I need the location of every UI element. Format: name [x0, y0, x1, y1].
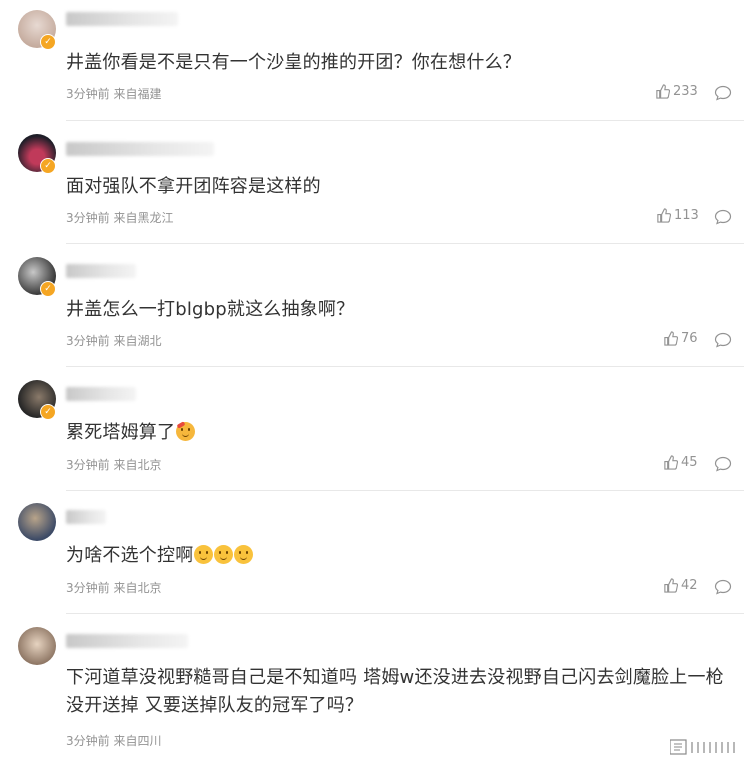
like-button[interactable]: 42 — [663, 578, 698, 593]
like-button[interactable]: 45 — [663, 455, 698, 470]
divider — [66, 613, 744, 614]
smile-emoji-icon — [234, 545, 254, 564]
comment-bubble-icon[interactable] — [714, 209, 732, 225]
watermark-logo — [670, 739, 735, 755]
like-count: 233 — [673, 84, 698, 99]
comment-meta: 3分钟前 来自四川 — [66, 734, 162, 748]
comment-meta: 3分钟前 来自北京 — [66, 581, 162, 595]
comment-text: 累死塔姆算了 — [66, 418, 196, 444]
divider — [66, 243, 744, 244]
comment-bubble-icon[interactable] — [714, 85, 732, 101]
like-count: 113 — [674, 208, 699, 223]
like-button[interactable]: 76 — [663, 331, 698, 346]
comment-bubble-icon[interactable] — [714, 332, 732, 348]
verified-badge-icon: ✓ — [40, 404, 56, 420]
divider — [66, 490, 744, 491]
thumbs-up-icon — [657, 208, 671, 223]
thumbs-up-icon — [656, 84, 670, 99]
thumbs-up-icon — [664, 578, 678, 593]
like-count: 76 — [681, 331, 698, 346]
thumbs-up-icon — [664, 331, 678, 346]
username-blurred[interactable] — [66, 387, 136, 401]
comment-text-body: 为啥不选个控啊 — [66, 545, 194, 566]
verified-badge-icon: ✓ — [40, 281, 56, 297]
username-blurred[interactable] — [66, 12, 178, 26]
comment-text-body: 累死塔姆算了 — [66, 422, 176, 443]
username-blurred[interactable] — [66, 142, 214, 156]
hurt-face-emoji-icon — [176, 421, 196, 441]
divider — [66, 120, 744, 121]
like-button[interactable]: 113 — [656, 208, 699, 223]
comment-bubble-icon[interactable] — [714, 579, 732, 595]
username-blurred[interactable] — [66, 510, 106, 524]
comment-meta: 3分钟前 来自湖北 — [66, 334, 162, 348]
avatar[interactable] — [18, 503, 56, 541]
comment-text: 面对强队不拿开团阵容是这样的 — [66, 176, 321, 197]
verified-badge-icon: ✓ — [40, 158, 56, 174]
comment-meta: 3分钟前 来自福建 — [66, 87, 162, 101]
comment-text: 下河道草没视野糙哥自己是不知道吗 塔姆w还没进去没视野自己闪去剑魔脸上一枪没开送… — [66, 667, 724, 716]
comment-text: 井盖怎么一打blgbp就这么抽象啊？ — [66, 299, 355, 320]
verified-badge-icon: ✓ — [40, 34, 56, 50]
comment-text: 为啥不选个控啊 — [66, 541, 254, 567]
smile-emoji-icon — [214, 545, 234, 564]
comment-meta: 3分钟前 来自黑龙江 — [66, 211, 174, 225]
thumbs-up-icon — [664, 455, 678, 470]
username-blurred[interactable] — [66, 264, 136, 278]
like-button[interactable]: 233 — [655, 84, 698, 99]
divider — [66, 366, 744, 367]
username-blurred[interactable] — [66, 634, 188, 648]
comment-meta: 3分钟前 来自北京 — [66, 458, 162, 472]
avatar[interactable] — [18, 627, 56, 665]
comment-text: 井盖你看是不是只有一个沙皇的推的开团？你在想什么？ — [66, 52, 521, 73]
like-count: 45 — [681, 455, 698, 470]
smile-emoji-icon — [194, 545, 214, 564]
like-count: 42 — [681, 578, 698, 593]
comment-bubble-icon[interactable] — [714, 456, 732, 472]
